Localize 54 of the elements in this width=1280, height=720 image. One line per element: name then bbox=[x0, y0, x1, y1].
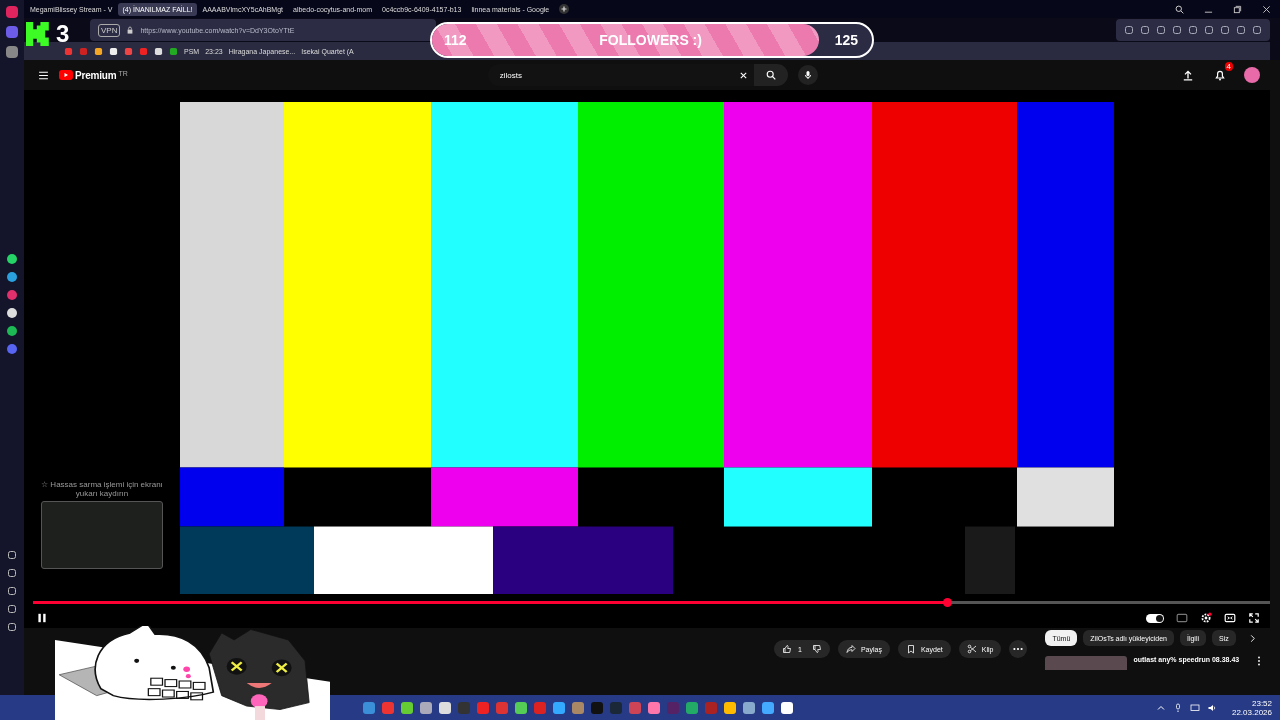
notification-badge: 4 bbox=[1224, 62, 1233, 71]
taskbar-app-icon[interactable] bbox=[515, 701, 528, 714]
taskbar-app-icon[interactable] bbox=[781, 701, 794, 714]
more-icon[interactable] bbox=[1257, 656, 1262, 666]
search-icon bbox=[765, 70, 776, 80]
clear-icon[interactable] bbox=[738, 70, 748, 80]
upload-icon[interactable] bbox=[1182, 69, 1194, 81]
microphone-button[interactable] bbox=[797, 65, 818, 85]
taskbar-app-icon[interactable] bbox=[648, 701, 661, 714]
subtitles-icon[interactable] bbox=[1176, 612, 1188, 624]
avatar[interactable] bbox=[1244, 67, 1260, 83]
thumbs-up-icon bbox=[782, 644, 792, 654]
goal-target-count: 125 bbox=[834, 32, 858, 48]
restore-icon[interactable] bbox=[1233, 4, 1242, 14]
taskbar-app-icon[interactable] bbox=[724, 701, 737, 714]
share-arrow-icon bbox=[845, 644, 856, 654]
search-icon[interactable] bbox=[1175, 4, 1184, 14]
taskbar-app-icon[interactable] bbox=[439, 701, 452, 714]
taskbar-app-icon[interactable] bbox=[762, 701, 775, 714]
bell-icon[interactable] bbox=[1214, 69, 1226, 81]
goal-start-count: 112 bbox=[444, 32, 467, 48]
monitor-icon[interactable] bbox=[1189, 702, 1200, 713]
microphone-icon bbox=[802, 70, 813, 80]
taskbar-app-icon[interactable] bbox=[420, 701, 433, 714]
menu-icon[interactable] bbox=[38, 69, 49, 81]
settings-icon[interactable] bbox=[1200, 612, 1212, 624]
search-button[interactable] bbox=[753, 64, 788, 86]
lock-icon bbox=[126, 26, 135, 34]
search-input[interactable]: zilosts bbox=[497, 69, 739, 81]
dislike-icon[interactable] bbox=[811, 644, 822, 654]
clock-date[interactable]: 22.03.2026 bbox=[1231, 707, 1272, 717]
vpn-badge[interactable]: VPN bbox=[98, 23, 121, 37]
logo-text: Premium bbox=[75, 69, 117, 81]
close-icon[interactable] bbox=[1262, 4, 1271, 14]
fullscreen-icon[interactable] bbox=[1248, 612, 1260, 624]
taskbar-app-icon[interactable] bbox=[401, 701, 414, 714]
video-thumbnail[interactable] bbox=[1045, 656, 1128, 670]
scissors-icon bbox=[966, 644, 977, 654]
bookmark-icon bbox=[905, 644, 916, 654]
goal-label: FOLLOWERS :) bbox=[599, 32, 702, 48]
taskbar-app-icon[interactable] bbox=[743, 701, 756, 714]
autoplay-toggle[interactable] bbox=[1146, 613, 1164, 623]
kick-logo-icon bbox=[26, 20, 50, 48]
play-logo-icon[interactable] bbox=[59, 69, 73, 80]
sub-count-text: 3 bbox=[56, 20, 70, 48]
theater-icon[interactable] bbox=[1224, 612, 1236, 624]
seek-hint-text: ☆ Hassas sarma işlemi için ekranı yukarı kaydırın bbox=[40, 480, 164, 498]
more-icon[interactable] bbox=[1009, 640, 1028, 658]
new-tab-icon[interactable] bbox=[559, 4, 570, 14]
progress-handle[interactable] bbox=[943, 598, 953, 607]
speaker-icon[interactable] bbox=[1206, 702, 1217, 713]
taskbar-app-icon[interactable] bbox=[553, 701, 566, 714]
clock-time[interactable]: 23:52 bbox=[1252, 698, 1272, 708]
pause-icon[interactable] bbox=[36, 612, 48, 624]
